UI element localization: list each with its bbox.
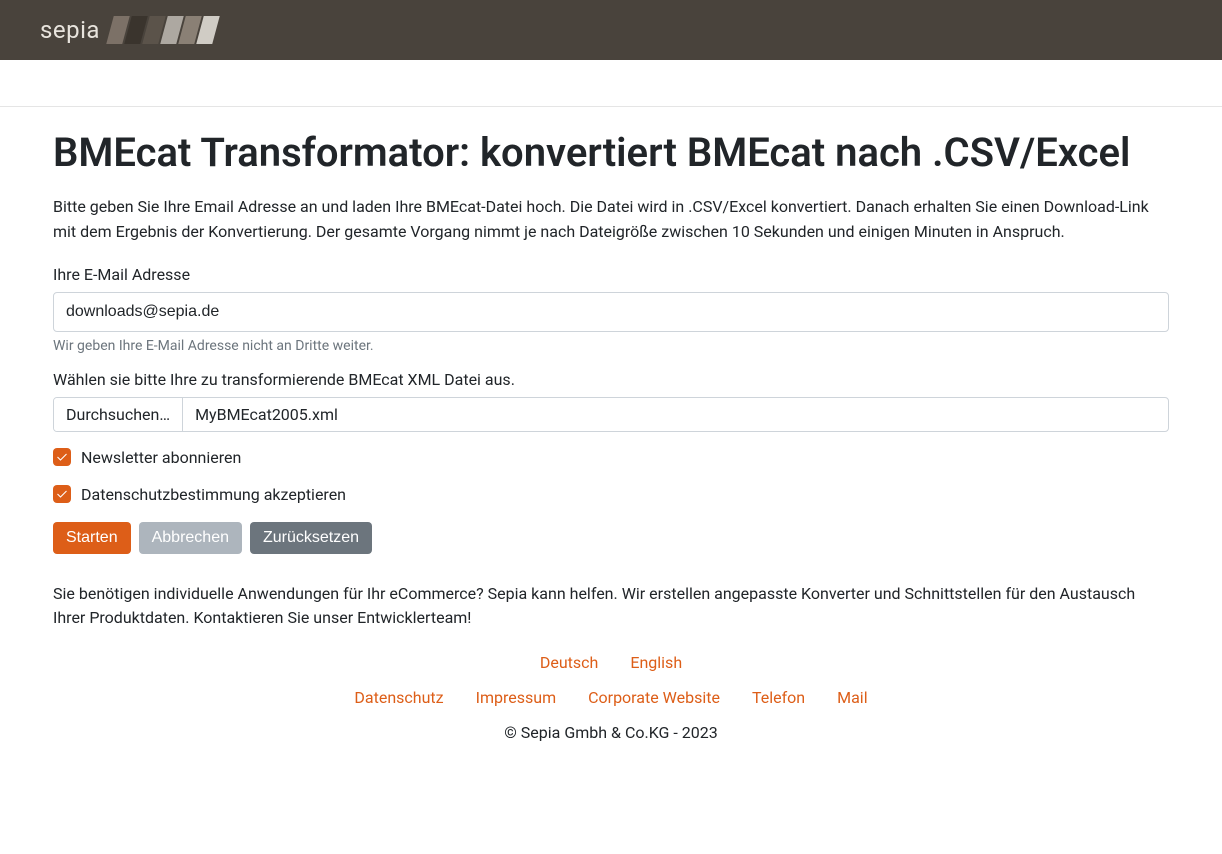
lang-de-link[interactable]: Deutsch <box>540 653 598 672</box>
newsletter-label: Newsletter abonnieren <box>81 448 241 467</box>
file-browse-button[interactable]: Durchsuchen… <box>54 398 183 431</box>
brand-icon <box>110 16 216 44</box>
lang-en-link[interactable]: English <box>630 653 682 672</box>
newsletter-checkbox[interactable] <box>53 448 71 466</box>
file-group: Wählen sie bitte Ihre zu transformierend… <box>53 370 1169 432</box>
file-input[interactable]: Durchsuchen… MyBMEcat2005.xml <box>53 397 1169 432</box>
language-links: Deutsch English <box>53 653 1169 672</box>
footer-privacy-link[interactable]: Datenschutz <box>354 688 443 707</box>
nav-divider <box>0 106 1222 107</box>
footer-mail-link[interactable]: Mail <box>837 688 867 707</box>
email-group: Ihre E-Mail Adresse Wir geben Ihre E-Mai… <box>53 265 1169 354</box>
page-title: BMEcat Transformator: konvertiert BMEcat… <box>53 129 1169 177</box>
check-icon <box>56 488 68 500</box>
check-icon <box>56 451 68 463</box>
brand-logo[interactable]: sepia <box>40 16 216 44</box>
brand-text: sepia <box>40 16 100 44</box>
newsletter-check[interactable]: Newsletter abonnieren <box>53 448 1169 467</box>
footer-links: Datenschutz Impressum Corporate Website … <box>53 688 1169 707</box>
copyright: © Sepia Gmbh & Co.KG - 2023 <box>53 723 1169 766</box>
intro-text: Bitte geben Sie Ihre Email Adresse an un… <box>53 195 1169 245</box>
privacy-checkbox[interactable] <box>53 485 71 503</box>
file-label: Wählen sie bitte Ihre zu transformierend… <box>53 370 1169 389</box>
start-button[interactable]: Starten <box>53 522 131 554</box>
outro-text: Sie benötigen individuelle Anwendungen f… <box>53 582 1169 632</box>
button-row: Starten Abbrechen Zurücksetzen <box>53 522 1169 554</box>
email-field[interactable] <box>53 292 1169 332</box>
file-name: MyBMEcat2005.xml <box>183 398 1168 431</box>
privacy-check[interactable]: Datenschutzbestimmung akzeptieren <box>53 485 1169 504</box>
topbar: sepia <box>0 0 1222 60</box>
cancel-button[interactable]: Abbrechen <box>139 522 242 554</box>
email-label: Ihre E-Mail Adresse <box>53 265 1169 284</box>
footer-imprint-link[interactable]: Impressum <box>476 688 557 707</box>
privacy-label: Datenschutzbestimmung akzeptieren <box>81 485 346 504</box>
footer-corporate-link[interactable]: Corporate Website <box>588 688 720 707</box>
email-help: Wir geben Ihre E-Mail Adresse nicht an D… <box>53 338 1169 354</box>
reset-button[interactable]: Zurücksetzen <box>250 522 372 554</box>
footer-phone-link[interactable]: Telefon <box>752 688 805 707</box>
